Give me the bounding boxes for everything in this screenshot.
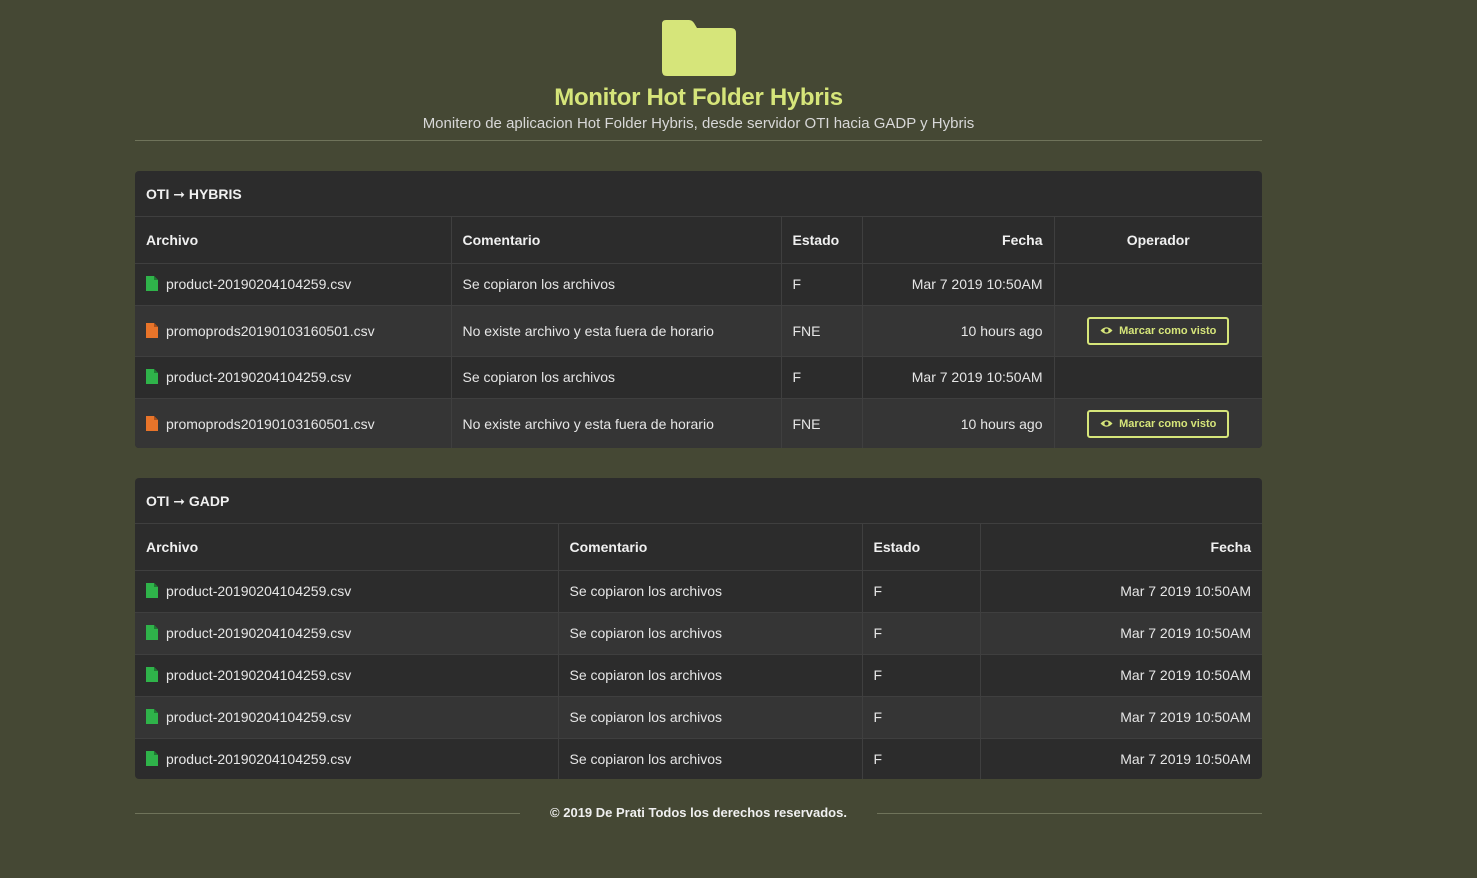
operator-cell	[1053, 355, 1262, 398]
table-header-row: Archivo Comentario Estado Fecha Operador	[135, 217, 1262, 264]
file-cell: product-20190204104259.csv	[135, 569, 558, 612]
table-row: product-20190204104259.csv Se copiaron l…	[135, 653, 1262, 696]
file-ok-icon	[146, 583, 158, 598]
file-name: promoprods20190103160501.csv	[166, 322, 375, 339]
date-cell: Mar 7 2019 10:50AM	[979, 695, 1262, 738]
file-cell: product-20190204104259.csv	[135, 262, 451, 305]
file-name: product-20190204104259.csv	[166, 369, 352, 385]
mark-as-seen-label: Marcar como visto	[1119, 417, 1217, 430]
date-cell: Mar 7 2019 10:50AM	[861, 262, 1054, 305]
file-name: product-20190204104259.csv	[166, 709, 352, 725]
comment-cell: Se copiaron los archivos	[450, 262, 781, 305]
page-subtitle: Monitero de aplicacion Hot Folder Hybris…	[422, 115, 975, 132]
page-title: Monitor Hot Folder Hybris	[554, 84, 843, 111]
hybris-table: Archivo Comentario Estado Fecha Operador…	[135, 217, 1262, 448]
file-name: product-20190204104259.csv	[166, 625, 352, 641]
file-ok-icon	[146, 751, 158, 767]
file-name: product-20190204104259.csv	[166, 751, 352, 768]
gadp-table: Archivo Comentario Estado Fecha product-…	[135, 524, 1262, 779]
mark-as-seen-button[interactable]: Marcar como visto	[1087, 409, 1230, 438]
status-cell: F	[861, 611, 980, 654]
file-cell: product-20190204104259.csv	[135, 695, 558, 738]
status-cell: F	[861, 695, 980, 738]
panel-title-hybris: OTI ➞ HYBRIS	[135, 171, 1262, 217]
column-header-fecha: Fecha	[979, 524, 1262, 571]
operator-cell	[1053, 262, 1262, 305]
file-ok-icon	[146, 276, 158, 291]
column-header-comentario: Comentario	[450, 217, 781, 264]
table-row: promoprods20190103160501.csv No existe a…	[135, 304, 1262, 356]
table-header-row: Archivo Comentario Estado Fecha	[135, 524, 1262, 571]
date-cell: Mar 7 2019 10:50AM	[979, 611, 1262, 654]
table-row: product-20190204104259.csv Se copiaron l…	[135, 355, 1262, 398]
panel-oti-hybris: OTI ➞ HYBRIS Archivo Comentario Estado F…	[135, 171, 1262, 448]
table-row: product-20190204104259.csv Se copiaron l…	[135, 695, 1262, 738]
mark-as-seen-button[interactable]: Marcar como visto	[1087, 316, 1230, 345]
file-cell: promoprods20190103160501.csv	[135, 304, 451, 356]
column-header-estado: Estado	[780, 217, 862, 264]
file-warning-icon	[146, 415, 158, 431]
file-ok-icon	[146, 625, 158, 640]
status-cell: F	[861, 653, 980, 696]
date-cell: Mar 7 2019 10:50AM	[861, 355, 1054, 398]
comment-cell: Se copiaron los archivos	[557, 569, 862, 612]
comment-cell: Se copiaron los archivos	[450, 355, 781, 398]
table-row: product-20190204104259.csv Se copiaron l…	[135, 737, 1262, 779]
file-cell: product-20190204104259.csv	[135, 653, 558, 696]
footer-copyright: © 2019 De Prati Todos los derechos reser…	[550, 805, 847, 820]
file-name: promoprods20190103160501.csv	[166, 415, 375, 432]
column-header-fecha: Fecha	[861, 217, 1054, 264]
folder-icon	[662, 20, 736, 76]
column-header-archivo: Archivo	[135, 524, 558, 571]
mark-as-seen-label: Marcar como visto	[1119, 324, 1217, 337]
file-ok-icon	[146, 667, 158, 682]
panel-title-gadp: OTI ➞ GADP	[135, 478, 1262, 524]
operator-cell: Marcar como visto	[1053, 397, 1262, 448]
file-name: product-20190204104259.csv	[166, 667, 352, 683]
column-header-operador: Operador	[1053, 217, 1262, 264]
comment-cell: Se copiaron los archivos	[557, 695, 862, 738]
comment-cell: No existe archivo y esta fuera de horari…	[450, 304, 781, 356]
page-footer: © 2019 De Prati Todos los derechos reser…	[135, 803, 1262, 825]
status-cell: FNE	[780, 304, 862, 356]
comment-cell: Se copiaron los archivos	[557, 737, 862, 779]
operator-cell: Marcar como visto	[1053, 304, 1262, 356]
table-row: product-20190204104259.csv Se copiaron l…	[135, 262, 1262, 305]
status-cell: F	[780, 355, 862, 398]
date-cell: Mar 7 2019 10:50AM	[979, 569, 1262, 612]
file-ok-icon	[146, 369, 158, 384]
status-cell: F	[780, 262, 862, 305]
page-header: Monitor Hot Folder Hybris Monitero de ap…	[135, 0, 1262, 141]
eye-icon	[1100, 327, 1113, 334]
table-row: product-20190204104259.csv Se copiaron l…	[135, 569, 1262, 612]
panel-oti-gadp: OTI ➞ GADP Archivo Comentario Estado Fec…	[135, 478, 1262, 779]
column-header-archivo: Archivo	[135, 217, 451, 264]
file-cell: promoprods20190103160501.csv	[135, 397, 451, 448]
table-row: product-20190204104259.csv Se copiaron l…	[135, 611, 1262, 654]
column-header-comentario: Comentario	[557, 524, 862, 571]
date-cell: 10 hours ago	[861, 397, 1054, 448]
eye-icon	[1100, 420, 1113, 427]
column-header-estado: Estado	[861, 524, 980, 571]
file-name: product-20190204104259.csv	[166, 583, 352, 599]
date-cell: 10 hours ago	[861, 304, 1054, 356]
date-cell: Mar 7 2019 10:50AM	[979, 653, 1262, 696]
table-row: promoprods20190103160501.csv No existe a…	[135, 397, 1262, 448]
comment-cell: No existe archivo y esta fuera de horari…	[450, 397, 781, 448]
file-cell: product-20190204104259.csv	[135, 737, 558, 779]
status-cell: FNE	[780, 397, 862, 448]
date-cell: Mar 7 2019 10:50AM	[979, 737, 1262, 779]
file-warning-icon	[146, 322, 158, 338]
comment-cell: Se copiaron los archivos	[557, 611, 862, 654]
status-cell: F	[861, 569, 980, 612]
file-ok-icon	[146, 709, 158, 724]
file-cell: product-20190204104259.csv	[135, 611, 558, 654]
file-name: product-20190204104259.csv	[166, 276, 352, 292]
status-cell: F	[861, 737, 980, 779]
comment-cell: Se copiaron los archivos	[557, 653, 862, 696]
file-cell: product-20190204104259.csv	[135, 355, 451, 398]
